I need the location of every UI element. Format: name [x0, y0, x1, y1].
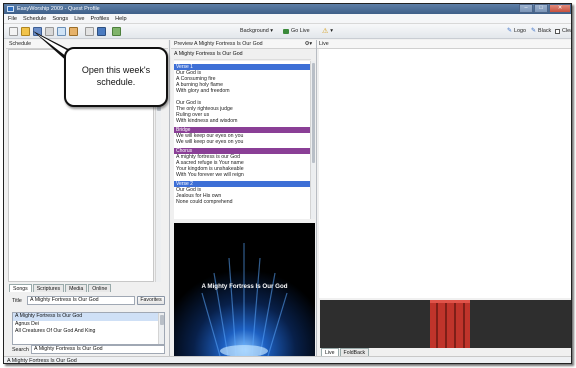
- verse-section[interactable]: Verse 2 Our God is Jealous for His own N…: [174, 181, 311, 205]
- menu-live[interactable]: Live: [74, 16, 84, 22]
- preview-song-title: A Mighty Fortress Is Our God: [174, 51, 311, 60]
- menu-songs[interactable]: Songs: [52, 16, 68, 22]
- menu-help[interactable]: Help: [115, 16, 127, 22]
- clear-checkbox[interactable]: [555, 29, 560, 34]
- title-label: Title: [12, 298, 22, 304]
- black-toggle[interactable]: ✎ Black: [531, 26, 551, 37]
- live-tabs: Live FoldBack: [321, 348, 370, 356]
- app-icon: [7, 6, 14, 12]
- clear-toggle[interactable]: Clea: [555, 26, 571, 37]
- tab-scriptures[interactable]: Scriptures: [32, 284, 65, 292]
- menu-schedule[interactable]: Schedule: [23, 16, 46, 22]
- preview-header: Preview A Mighty Fortress Is Our God ⚙▾: [171, 40, 316, 49]
- refresh-icon[interactable]: [112, 27, 121, 36]
- minimize-button[interactable]: –: [519, 4, 533, 13]
- search-input[interactable]: A Mighty Fortress Is Our God: [31, 345, 165, 354]
- black-icon: ✎: [531, 28, 537, 34]
- curtain-image: [320, 300, 571, 348]
- verse-section[interactable]: Verse 1 Our God is A Consuming fire A bu…: [174, 64, 311, 124]
- live-output: [319, 49, 571, 298]
- title-field[interactable]: A Mighty Fortress Is Our God: [27, 296, 135, 305]
- favorites-button[interactable]: Favorites: [137, 296, 165, 305]
- maximize-button[interactable]: □: [534, 4, 548, 13]
- song-list: A Mighty Fortress Is Our God Agnus Dei A…: [12, 312, 165, 345]
- lyric-line: We will keep our eyes on you: [176, 139, 244, 145]
- bridge-section[interactable]: Bridge We will keep our eyes on you We w…: [174, 127, 311, 145]
- preview-options-gear-icon[interactable]: ⚙▾: [305, 40, 312, 49]
- menu-bar: File Schedule Songs Live Profiles Help: [4, 14, 571, 24]
- lyric-line: None could comprehend: [176, 199, 233, 205]
- chorus-section[interactable]: Chorus A mighty fortress is our God A sa…: [174, 148, 311, 178]
- window-controls: – □ ✕: [518, 4, 571, 14]
- live-header: Live: [316, 40, 571, 49]
- list-item[interactable]: A Mighty Fortress Is Our God: [13, 313, 164, 321]
- alert-button[interactable]: ⚠ ▾: [322, 26, 333, 37]
- preview-scroll-thumb[interactable]: [312, 63, 315, 163]
- tab-foldback[interactable]: FoldBack: [339, 348, 370, 356]
- tab-songs[interactable]: Songs: [9, 284, 32, 292]
- song-list-scrollbar[interactable]: [158, 313, 164, 344]
- preview-scrollbar[interactable]: [310, 61, 315, 219]
- search-label: Search: [12, 347, 29, 353]
- splitter-right[interactable]: [316, 40, 317, 356]
- song-list-scroll-thumb[interactable]: [160, 315, 164, 325]
- new-schedule-icon[interactable]: [9, 27, 18, 36]
- menu-file[interactable]: File: [8, 16, 17, 22]
- warning-icon: ⚠: [322, 28, 329, 35]
- list-item[interactable]: All Creatures Of Our God And King: [13, 328, 164, 336]
- close-button[interactable]: ✕: [549, 4, 571, 13]
- lyric-line: With kindness and wisdom: [176, 118, 238, 124]
- splitter-left[interactable]: [169, 40, 170, 356]
- background-dropdown[interactable]: Background ▾: [240, 26, 273, 37]
- preview-display-caption: A Mighty Fortress Is Our God: [201, 283, 288, 290]
- menu-profiles[interactable]: Profiles: [90, 16, 109, 22]
- app-window: EasyWorship 2009 - Quest Profile – □ ✕ F…: [3, 3, 572, 364]
- title-bar: EasyWorship 2009 - Quest Profile – □ ✕: [4, 4, 571, 14]
- library-tabs: Songs Scriptures Media Online: [9, 284, 112, 292]
- preview-display: A Mighty Fortress Is Our God: [174, 223, 315, 356]
- go-live-arrow-icon: [283, 29, 289, 34]
- callout-tooltip: Open this week's schedule.: [64, 47, 168, 107]
- window-title: EasyWorship 2009 - Quest Profile: [17, 6, 100, 12]
- tab-media[interactable]: Media: [65, 284, 88, 292]
- callout-text: Open this week's schedule.: [81, 65, 151, 87]
- logo-icon: ✎: [507, 28, 513, 34]
- list-item[interactable]: Agnus Dei: [13, 321, 164, 329]
- logo-toggle[interactable]: ✎ Logo: [507, 26, 526, 37]
- tab-online[interactable]: Online: [88, 284, 112, 292]
- preview-verse-list[interactable]: Verse 1 Our God is A Consuming fire A bu…: [174, 61, 311, 219]
- lyric-line: With You forever we will reign: [176, 172, 244, 178]
- go-live-button[interactable]: Go Live: [283, 26, 310, 37]
- status-bar: A Mighty Fortress Is Our God: [4, 356, 571, 363]
- tab-live[interactable]: Live: [321, 348, 339, 356]
- live-thumbnail[interactable]: [320, 300, 571, 348]
